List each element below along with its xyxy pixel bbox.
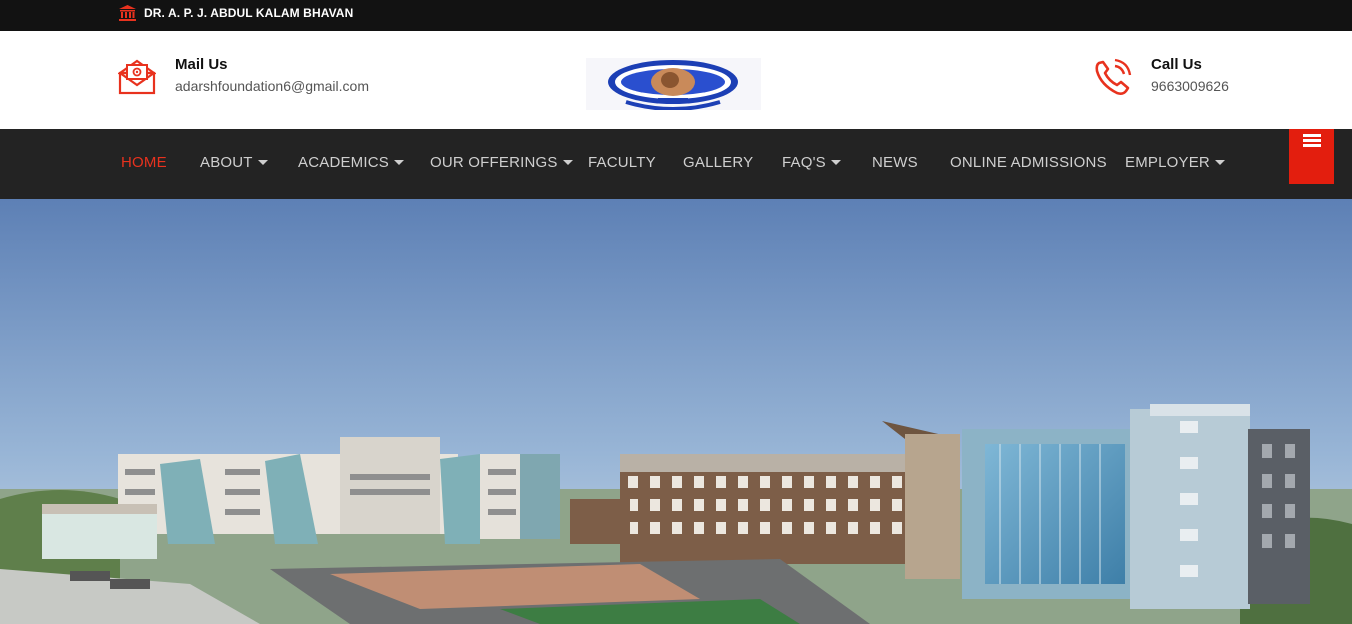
header: Mail Us adarshfoundation6@gmail.com Call… bbox=[0, 31, 1352, 129]
hamburger-icon bbox=[1303, 134, 1321, 137]
main-nav: HOME ABOUT ACADEMICS OUR OFFERINGS FACUL… bbox=[0, 129, 1352, 199]
phone-icon bbox=[1095, 58, 1132, 95]
institution-logo[interactable] bbox=[586, 58, 761, 110]
chevron-down-icon bbox=[562, 159, 573, 165]
nav-online-admissions[interactable]: ONLINE ADMISSIONS bbox=[950, 154, 1107, 171]
institution-name: DR. A. P. J. ABDUL KALAM BHAVAN bbox=[144, 6, 354, 20]
mail-title: Mail Us bbox=[175, 56, 228, 73]
mail-address[interactable]: adarshfoundation6@gmail.com bbox=[175, 78, 369, 94]
chevron-down-icon bbox=[257, 159, 268, 165]
bank-icon bbox=[119, 5, 136, 21]
hamburger-icon bbox=[1303, 139, 1321, 142]
hero-banner-image bbox=[0, 199, 1352, 624]
phone-number[interactable]: 9663009626 bbox=[1151, 78, 1229, 94]
nav-label: FACULTY bbox=[588, 154, 656, 171]
mail-icon bbox=[118, 59, 156, 95]
nav-our-offerings[interactable]: OUR OFFERINGS bbox=[430, 154, 573, 171]
nav-label: ONLINE ADMISSIONS bbox=[950, 154, 1107, 171]
menu-toggle-button[interactable] bbox=[1289, 129, 1334, 184]
top-bar: DR. A. P. J. ABDUL KALAM BHAVAN bbox=[0, 0, 1352, 32]
chevron-down-icon bbox=[393, 159, 404, 165]
nav-academics[interactable]: ACADEMICS bbox=[298, 154, 404, 171]
hamburger-icon bbox=[1303, 144, 1321, 147]
nav-faqs[interactable]: FAQ'S bbox=[782, 154, 841, 171]
nav-employer[interactable]: EMPLOYER bbox=[1125, 154, 1225, 171]
nav-label: FAQ'S bbox=[782, 154, 826, 171]
nav-about[interactable]: ABOUT bbox=[200, 154, 268, 171]
nav-label: HOME bbox=[121, 154, 167, 171]
chevron-down-icon bbox=[830, 159, 841, 165]
nav-gallery[interactable]: GALLERY bbox=[683, 154, 753, 171]
nav-label: OUR OFFERINGS bbox=[430, 154, 558, 171]
nav-label: NEWS bbox=[872, 154, 918, 171]
nav-news[interactable]: NEWS bbox=[872, 154, 918, 171]
chevron-down-icon bbox=[1214, 159, 1225, 165]
nav-label: EMPLOYER bbox=[1125, 154, 1210, 171]
campus-rendering bbox=[0, 199, 1352, 624]
nav-label: ABOUT bbox=[200, 154, 253, 171]
nav-label: GALLERY bbox=[683, 154, 754, 171]
call-title: Call Us bbox=[1151, 56, 1202, 73]
nav-label: ACADEMICS bbox=[298, 154, 389, 171]
nav-home[interactable]: HOME bbox=[121, 154, 167, 171]
nav-faculty[interactable]: FACULTY bbox=[588, 154, 656, 171]
